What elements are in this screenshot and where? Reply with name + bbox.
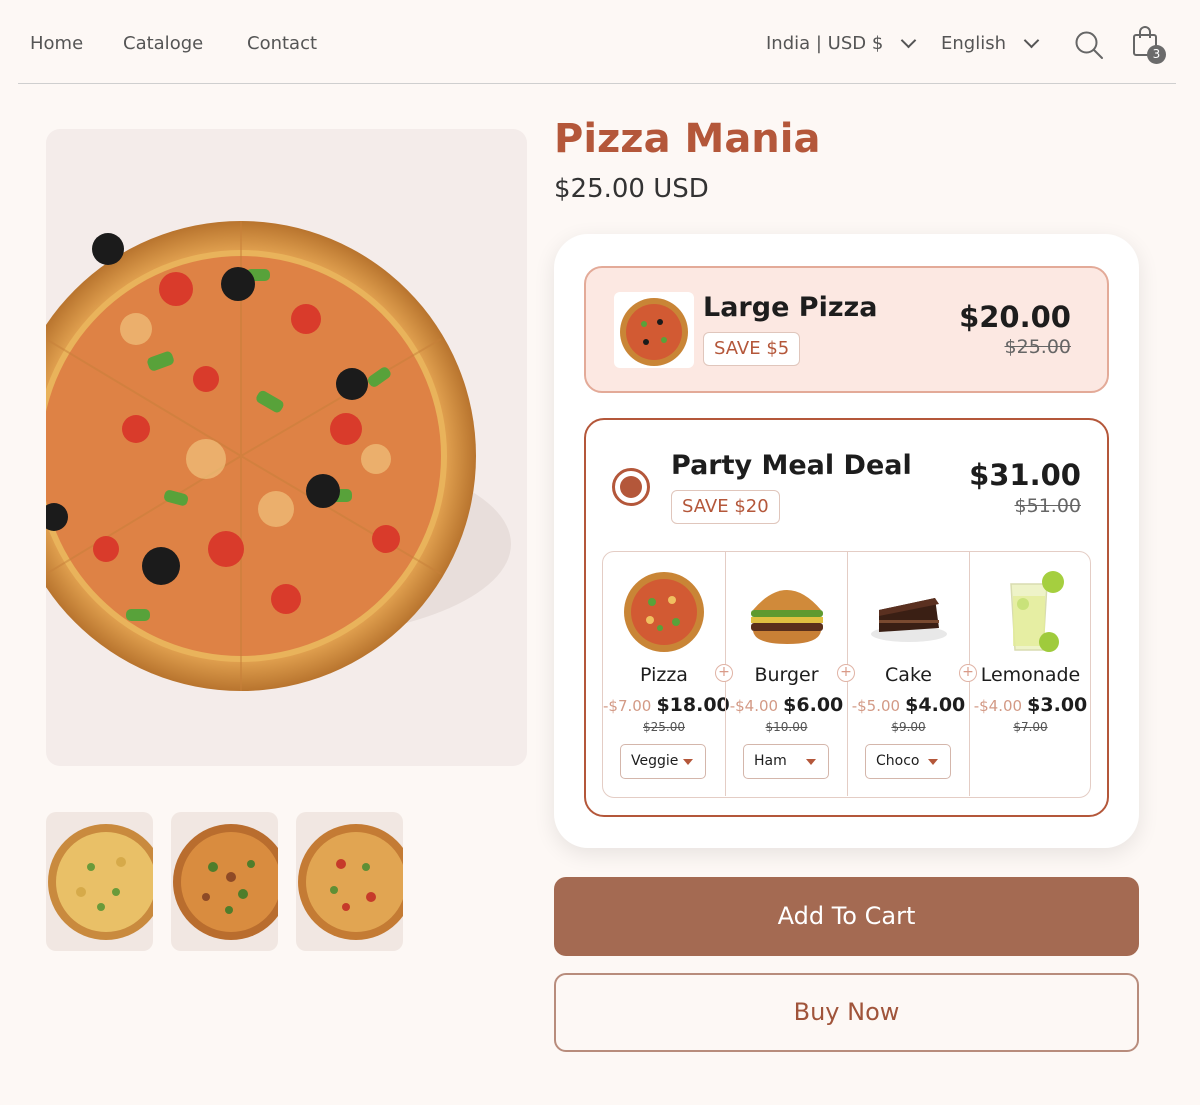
cake-image bbox=[871, 598, 947, 642]
option-price: $31.00 bbox=[969, 458, 1081, 492]
large-pizza-image bbox=[614, 292, 694, 368]
search-icon[interactable] bbox=[1074, 30, 1104, 60]
product-price: $25.00 USD bbox=[554, 174, 709, 204]
save-badge: SAVE $5 bbox=[703, 332, 801, 366]
thumbnail-3[interactable] bbox=[296, 812, 403, 951]
nav-catalog-link[interactable]: Cataloge bbox=[123, 33, 203, 54]
item-prices: -$4.00 $3.00 bbox=[970, 694, 1091, 716]
save-badge: SAVE $20 bbox=[671, 490, 780, 524]
plus-icon: + bbox=[959, 664, 977, 682]
pizza-thumbnail-image bbox=[173, 824, 278, 940]
bundle-item-burger: Burger -$4.00 $6.00 $10.00 Ham bbox=[725, 552, 847, 796]
cart-count-badge: 3 bbox=[1147, 45, 1166, 64]
item-name: Cake bbox=[885, 664, 932, 686]
chevron-down-icon bbox=[1023, 32, 1040, 49]
bundle-item-lemonade: Lemonade -$4.00 $3.00 $7.00 bbox=[969, 552, 1091, 796]
option-large-pizza[interactable]: Large Pizza SAVE $5 $20.00 $25.00 bbox=[584, 266, 1109, 393]
item-old-price: $9.00 bbox=[891, 720, 926, 734]
item-price: $18.00 bbox=[656, 694, 730, 716]
bundle-options-card: Large Pizza SAVE $5 $20.00 $25.00 Party … bbox=[554, 234, 1139, 848]
pizza-thumbnail-image bbox=[48, 824, 153, 940]
item-price: $6.00 bbox=[783, 694, 844, 716]
language-label: English bbox=[941, 33, 1006, 54]
item-discount: -$4.00 bbox=[973, 697, 1023, 715]
thumbnail-2[interactable] bbox=[171, 812, 278, 951]
caret-down-icon bbox=[806, 759, 816, 765]
region-label: India | USD $ bbox=[766, 33, 884, 54]
item-old-price: $25.00 bbox=[643, 720, 685, 734]
product-main-image bbox=[46, 129, 527, 766]
item-prices: -$4.00 $6.00 bbox=[726, 694, 847, 716]
variant-select[interactable]: Choco bbox=[865, 744, 951, 779]
top-nav: Home Cataloge Contact India | USD $ Engl… bbox=[18, 0, 1176, 84]
nav-home-link[interactable]: Home bbox=[30, 33, 83, 54]
chevron-down-icon bbox=[901, 32, 917, 49]
item-prices: -$5.00 $4.00 bbox=[848, 694, 969, 716]
item-price: $4.00 bbox=[905, 694, 966, 716]
option-name: Party Meal Deal bbox=[671, 450, 912, 481]
language-selector[interactable]: English bbox=[941, 32, 1040, 54]
item-old-price: $7.00 bbox=[1013, 720, 1048, 734]
option-price: $20.00 bbox=[959, 300, 1071, 334]
variant-value: Choco bbox=[876, 753, 920, 769]
variant-select[interactable]: Ham bbox=[743, 744, 829, 779]
variant-select[interactable]: Veggie bbox=[620, 744, 706, 779]
variant-value: Veggie bbox=[631, 753, 679, 769]
plus-icon: + bbox=[837, 664, 855, 682]
pizza-image bbox=[46, 221, 511, 691]
nav-contact-link[interactable]: Contact bbox=[247, 33, 317, 54]
burger-image bbox=[751, 590, 823, 644]
cart-button[interactable]: 3 bbox=[1130, 24, 1170, 66]
pizza-thumbnail-image bbox=[298, 824, 403, 940]
item-prices: -$7.00 $18.00 bbox=[603, 694, 730, 716]
plus-icon: + bbox=[715, 664, 733, 682]
option-old-price: $51.00 bbox=[1014, 495, 1081, 517]
item-name: Pizza bbox=[640, 664, 688, 686]
bundle-items: Pizza -$7.00 $18.00 $25.00 Veggie Burger… bbox=[602, 551, 1091, 798]
variant-value: Ham bbox=[754, 753, 787, 769]
lemonade-image bbox=[1010, 571, 1064, 652]
option-name: Large Pizza bbox=[703, 292, 878, 323]
thumbnail-1[interactable] bbox=[46, 812, 153, 951]
caret-down-icon bbox=[928, 759, 938, 765]
item-name: Burger bbox=[754, 664, 819, 686]
item-discount: -$7.00 bbox=[603, 697, 652, 715]
item-discount: -$5.00 bbox=[851, 697, 901, 715]
add-to-cart-button[interactable]: Add To Cart bbox=[554, 877, 1139, 956]
option-old-price: $25.00 bbox=[1004, 336, 1071, 358]
item-price: $3.00 bbox=[1027, 694, 1088, 716]
buy-now-button[interactable]: Buy Now bbox=[554, 973, 1139, 1052]
item-name: Lemonade bbox=[980, 664, 1081, 686]
region-selector[interactable]: India | USD $ bbox=[766, 32, 917, 54]
item-old-price: $10.00 bbox=[765, 720, 808, 734]
item-discount: -$4.00 bbox=[729, 697, 779, 715]
caret-down-icon bbox=[683, 759, 693, 765]
bundle-item-cake: Cake -$5.00 $4.00 $9.00 Choco bbox=[847, 552, 969, 796]
bundle-item-pizza: Pizza -$7.00 $18.00 $25.00 Veggie bbox=[603, 552, 730, 796]
product-title: Pizza Mania bbox=[554, 116, 821, 162]
option-party-meal-deal[interactable]: Party Meal Deal SAVE $20 $31.00 $51.00 P… bbox=[584, 418, 1109, 817]
option-radio-selected[interactable] bbox=[612, 468, 650, 506]
pizza-image bbox=[624, 572, 704, 652]
